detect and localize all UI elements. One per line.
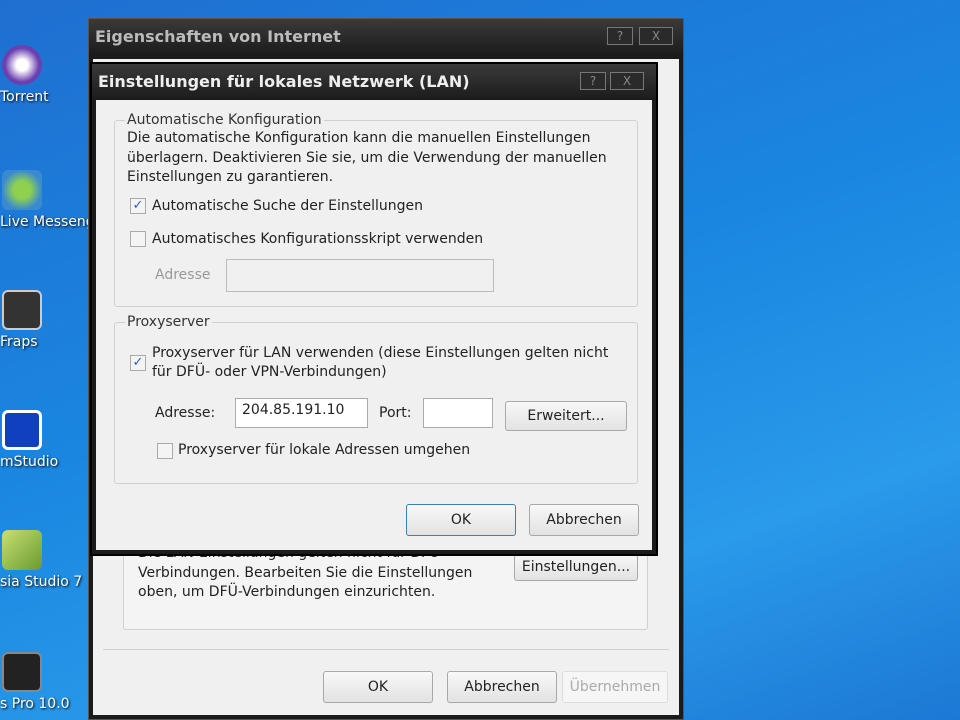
icon-label: sia Studio 7 xyxy=(0,574,83,590)
auto-config-legend: Automatische Konfiguration xyxy=(125,112,324,128)
proxy-address-label: Adresse: xyxy=(155,405,216,421)
camtasia-icon xyxy=(2,530,42,570)
auto-script-checkbox[interactable] xyxy=(130,231,146,247)
outer-help-button[interactable]: ? xyxy=(607,27,633,45)
icon-label: Live Messeng xyxy=(0,214,95,230)
auto-desc: überlagern. Deaktivieren Sie sie, um die… xyxy=(127,150,607,166)
desktop-icon-camstudio[interactable]: mStudio xyxy=(0,410,90,470)
use-proxy-checkbox[interactable]: ✓ xyxy=(130,355,146,371)
lan-ok-button[interactable]: OK xyxy=(406,504,516,536)
lan-title: Einstellungen für lokales Netzwerk (LAN) xyxy=(92,64,656,99)
auto-desc: Einstellungen zu garantieren. xyxy=(127,169,334,185)
icon-label: s Pro 10.0 xyxy=(0,696,70,712)
desktop-icon-torrent[interactable]: Torrent xyxy=(0,45,90,105)
desktop-icon-fraps[interactable]: Fraps xyxy=(0,290,90,350)
outer-cancel-button[interactable]: Abbrechen xyxy=(447,671,557,703)
advanced-button[interactable]: Erweitert... xyxy=(505,401,627,431)
icon-label: Fraps xyxy=(0,334,38,350)
icon-label: mStudio xyxy=(0,454,59,470)
auto-script-label[interactable]: Automatisches Konfigurationsskript verwe… xyxy=(152,231,483,247)
info-line: Verbindungen. Bearbeiten Sie die Einstel… xyxy=(138,565,473,581)
use-proxy-label[interactable]: Proxyserver für LAN verwenden (diese Ein… xyxy=(152,345,608,361)
outer-apply-button[interactable]: Übernehmen xyxy=(562,671,668,703)
desktop-icon-vegas[interactable]: s Pro 10.0 xyxy=(0,652,90,712)
fraps-icon xyxy=(2,290,42,330)
proxy-group: Proxyserver ✓ Proxyserver für LAN verwen… xyxy=(114,314,638,484)
outer-title: Eigenschaften von Internet xyxy=(89,19,683,54)
messenger-icon xyxy=(2,170,42,210)
auto-config-group: Automatische Konfiguration Die automatis… xyxy=(114,112,638,307)
outer-ok-button[interactable]: OK xyxy=(323,671,433,703)
proxy-port-input[interactable] xyxy=(423,398,493,428)
script-address-input[interactable] xyxy=(226,259,494,292)
outer-close-button[interactable]: X xyxy=(639,27,673,45)
desktop-icon-messenger[interactable]: Live Messeng xyxy=(0,170,95,230)
proxy-legend: Proxyserver xyxy=(125,314,212,330)
lan-cancel-button[interactable]: Abbrechen xyxy=(529,504,639,536)
torrent-icon xyxy=(2,45,42,85)
info-line: oben, um DFÜ-Verbindungen einzurichten. xyxy=(138,584,436,600)
icon-label: Torrent xyxy=(0,89,49,105)
lan-settings-button[interactable]: Einstellungen... xyxy=(514,553,638,581)
vegas-icon xyxy=(2,652,42,692)
bypass-local-label[interactable]: Proxyserver für lokale Adressen umgehen xyxy=(178,442,470,458)
proxy-address-input[interactable]: 204.85.191.10 xyxy=(235,398,368,428)
bypass-local-checkbox[interactable] xyxy=(157,443,173,459)
proxy-port-label: Port: xyxy=(379,405,412,421)
lan-help-button[interactable]: ? xyxy=(580,72,606,90)
script-address-label: Adresse xyxy=(155,267,211,283)
lan-settings-dialog: Einstellungen für lokales Netzwerk (LAN)… xyxy=(90,62,658,556)
auto-desc: Die automatische Konfiguration kann die … xyxy=(127,130,591,146)
camstudio-icon xyxy=(2,410,42,450)
auto-detect-checkbox[interactable]: ✓ xyxy=(130,198,146,214)
auto-detect-label[interactable]: Automatische Suche der Einstellungen xyxy=(152,198,423,214)
desktop-icon-camtasia[interactable]: sia Studio 7 xyxy=(0,530,90,590)
lan-close-button[interactable]: X xyxy=(610,72,644,90)
use-proxy-label-cont: für DFÜ- oder VPN-Verbindungen) xyxy=(152,364,387,380)
divider xyxy=(103,649,669,650)
